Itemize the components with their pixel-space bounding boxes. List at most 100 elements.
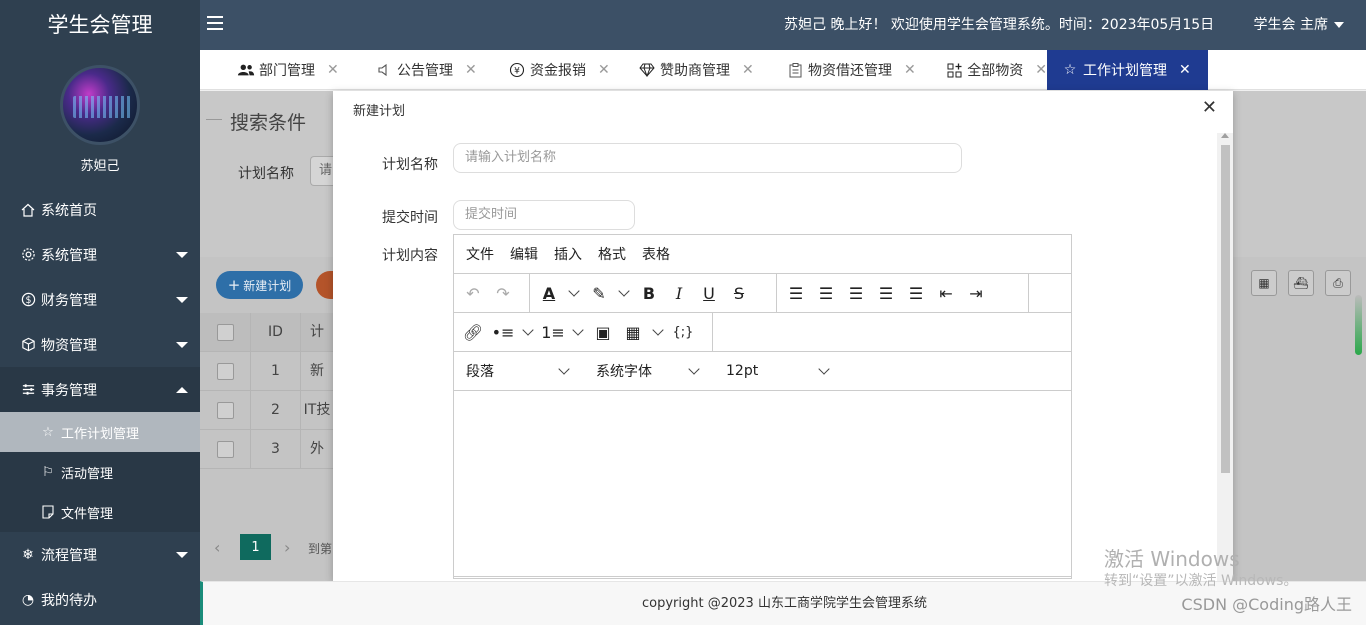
indent-icon[interactable]: ⇥ [961,278,991,308]
menu-toggle-icon[interactable] [207,16,223,34]
numbered-list-icon[interactable]: 1≡ [538,317,568,347]
block-format-select[interactable]: 段落 [454,361,584,381]
sidebar-subitem-label: 活动管理 [61,466,114,482]
tab-all-materials[interactable]: 全部物资 ✕ [927,50,1047,90]
outdent-icon[interactable]: ⇤ [931,278,961,308]
link-icon[interactable]: 🔗︎ [458,317,488,347]
sidebar-subitem-activity[interactable]: ⚐ 活动管理 [0,452,200,492]
close-icon[interactable]: ✕ [904,62,916,78]
print-icon[interactable]: ⎙ [1325,270,1351,296]
tab-label: 物资借还管理 [808,63,892,79]
chevron-left-icon[interactable]: ‹ [214,538,220,557]
block-format-value: 段落 [466,364,494,380]
dialog-scrollbar[interactable] [1217,133,1233,581]
tab-work-plan[interactable]: ☆ 工作计划管理 ✕ [1047,50,1208,90]
caret-down-icon [1334,22,1344,28]
chevron-down-icon[interactable] [568,285,580,297]
strikethrough-icon[interactable]: S [724,278,754,308]
editor-content-area[interactable] [454,391,1071,577]
tab-notice[interactable]: 公告管理 ✕ [355,50,487,90]
sidebar-item-system[interactable]: 系统管理 [0,232,200,277]
close-icon[interactable]: ✕ [465,62,477,78]
italic-icon[interactable]: I [664,278,694,308]
close-icon[interactable]: ✕ [1035,62,1047,78]
plus-icon: + [227,276,241,294]
sidebar-item-todo[interactable]: ◔ 我的待办 [0,577,200,622]
align-right-icon[interactable]: ☰ [871,278,901,308]
sidebar-item-affairs[interactable]: 事务管理 [0,367,200,412]
menu-insert[interactable]: 插入 [554,244,582,264]
page-scrollbar[interactable] [1355,295,1362,355]
text-color-icon[interactable]: A [534,278,564,308]
file-icon [40,505,56,519]
table-row[interactable]: 1 新 [200,352,333,391]
menu-edit[interactable]: 编辑 [510,244,538,264]
align-left-icon[interactable]: ☰ [811,278,841,308]
export-icon[interactable]: ⛴ [1288,270,1314,296]
menu-file[interactable]: 文件 [466,244,494,264]
gear-icon [20,247,36,263]
bullet-list-icon[interactable]: •≡ [488,317,518,347]
sidebar-item-label: 系统管理 [41,247,97,264]
tab-department[interactable]: 部门管理 ✕ [200,50,355,90]
table-icon[interactable]: ▦ [618,317,648,347]
user-role-dropdown[interactable]: 学生会 主席 [1254,0,1344,50]
tab-sponsor[interactable]: 赞助商管理 ✕ [619,50,767,90]
close-icon[interactable]: ✕ [1202,97,1217,118]
row-checkbox[interactable] [200,440,250,458]
chevron-right-icon[interactable]: › [284,538,290,557]
close-icon[interactable]: ✕ [327,62,339,78]
align-justify-icon[interactable]: ☰ [901,278,931,308]
brand-title: 学生会管理 [47,13,153,37]
code-icon[interactable]: {;} [668,317,698,347]
redo-icon[interactable]: ↷ [488,278,518,308]
sidebar-item-home[interactable]: 系统首页 [0,187,200,232]
table-row[interactable]: 2 IT技 [200,391,333,430]
scroll-thumb[interactable] [1221,145,1230,473]
underline-icon[interactable]: U [694,278,724,308]
tab-borrow-return[interactable]: 物资借还管理 ✕ [767,50,927,90]
new-plan-button[interactable]: + 新建计划 [216,271,303,299]
plan-name-input[interactable]: 请输入计划名称 [453,143,962,173]
sidebar-item-finance[interactable]: $ 财务管理 [0,277,200,322]
table-row[interactable]: 3 外 [200,430,333,469]
close-icon[interactable]: ✕ [1179,62,1191,78]
row-checkbox[interactable] [200,362,250,380]
line-height-icon[interactable]: ☰ [781,278,811,308]
select-all-checkbox[interactable] [200,323,250,341]
close-icon[interactable]: ✕ [742,62,754,78]
undo-icon[interactable]: ↶ [458,278,488,308]
font-size-select[interactable]: 12pt [714,363,844,379]
submenu-affairs: ☆ 工作计划管理 ⚐ 活动管理 文件管理 [0,412,200,532]
sidebar-subitem-work-plan[interactable]: ☆ 工作计划管理 [0,412,200,452]
home-icon [20,202,36,218]
sidebar-item-process[interactable]: ❄ 流程管理 [0,532,200,577]
submit-time-input[interactable]: 提交时间 [453,200,635,230]
row-checkbox[interactable] [200,401,250,419]
delete-button[interactable] [316,271,334,299]
font-family-select[interactable]: 系统字体 [584,361,714,381]
tab-label: 赞助商管理 [660,63,730,79]
image-icon[interactable]: ▣ [588,317,618,347]
columns-icon[interactable]: ▦ [1251,270,1277,296]
close-icon[interactable]: ✕ [598,62,610,78]
chevron-down-icon[interactable] [652,324,664,336]
highlight-icon[interactable]: ✎ [584,278,614,308]
chevron-down-icon[interactable] [572,324,584,336]
chevron-down-icon[interactable] [522,324,534,336]
scroll-up-icon[interactable] [1221,133,1229,138]
bold-icon[interactable]: B [634,278,664,308]
windows-activation-title: 激活 Windows [1104,547,1240,571]
sidebar-subitem-files[interactable]: 文件管理 [0,492,200,532]
page-current[interactable]: 1 [240,534,271,560]
menu-format[interactable]: 格式 [598,244,626,264]
avatar[interactable] [60,65,140,145]
menu-table[interactable]: 表格 [642,244,670,264]
chevron-down-icon [818,363,830,375]
align-center-icon[interactable]: ☰ [841,278,871,308]
sidebar-item-materials[interactable]: 物资管理 [0,322,200,367]
table-header-row: ID 计 [200,313,333,352]
chevron-down-icon[interactable] [618,285,630,297]
sidebar-item-label: 事务管理 [41,382,97,399]
tab-reimbursement[interactable]: ¥ 资金报销 ✕ [487,50,619,90]
